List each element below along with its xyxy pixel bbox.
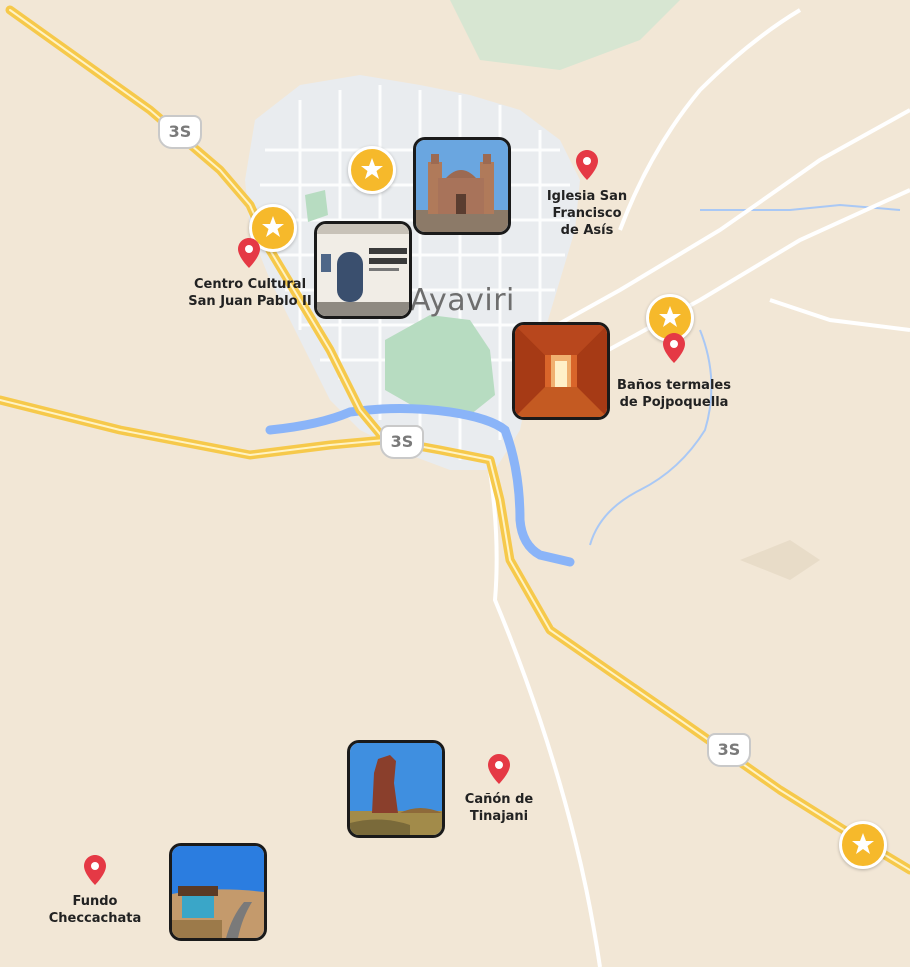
tunnel-photo-icon bbox=[515, 325, 607, 417]
church-photo-icon bbox=[416, 140, 508, 232]
city-label: Ayaviri bbox=[410, 283, 515, 318]
tunnel-photo[interactable] bbox=[512, 322, 610, 420]
star-icon bbox=[659, 306, 681, 327]
farm-photo-icon bbox=[172, 846, 264, 938]
park-area-north bbox=[450, 0, 680, 70]
place-label-iglesia[interactable]: Iglesia San Francisco de Asís bbox=[512, 188, 662, 239]
location-pin-icon[interactable] bbox=[488, 754, 510, 784]
star-marker[interactable] bbox=[839, 821, 887, 869]
place-label-line: Cañón de bbox=[464, 792, 534, 807]
place-label-line: Fundo bbox=[72, 894, 118, 909]
location-pin-icon[interactable] bbox=[663, 333, 685, 363]
rock-photo-icon bbox=[350, 743, 442, 835]
star-icon bbox=[361, 158, 383, 179]
star-icon bbox=[852, 833, 874, 854]
place-label-fundo[interactable]: Fundo Checcachata bbox=[40, 893, 150, 927]
place-label-line: Baños termales bbox=[617, 378, 731, 393]
terrain-patch bbox=[740, 540, 820, 580]
route-shield: 3S bbox=[707, 733, 751, 767]
star-marker[interactable] bbox=[348, 146, 396, 194]
location-pin-icon[interactable] bbox=[238, 238, 260, 268]
place-label-line: Checcachata bbox=[48, 911, 142, 926]
place-label-line: Iglesia San Francisco bbox=[546, 189, 628, 221]
route-shield: 3S bbox=[380, 425, 424, 459]
place-label-line: San Juan Pablo II bbox=[188, 294, 312, 309]
place-label-line: de Asís bbox=[560, 223, 614, 238]
building-photo[interactable] bbox=[314, 221, 412, 319]
location-pin-icon[interactable] bbox=[576, 150, 598, 180]
place-label-line: Centro Cultural bbox=[193, 277, 307, 292]
place-label-line: de Pojpoquella bbox=[619, 395, 729, 410]
place-label-centro[interactable]: Centro Cultural San Juan Pablo II bbox=[180, 276, 320, 310]
place-label-banos[interactable]: Baños termales de Pojpoquella bbox=[614, 377, 734, 411]
building-photo-icon bbox=[317, 224, 409, 316]
route-shield: 3S bbox=[158, 115, 202, 149]
place-label-canon[interactable]: Cañón de Tinajani bbox=[450, 791, 548, 825]
rock-photo[interactable] bbox=[347, 740, 445, 838]
star-icon bbox=[262, 216, 284, 237]
place-label-line: Tinajani bbox=[469, 809, 529, 824]
church-photo[interactable] bbox=[413, 137, 511, 235]
location-pin-icon[interactable] bbox=[84, 855, 106, 885]
farm-photo[interactable] bbox=[169, 843, 267, 941]
map-canvas[interactable]: Ayaviri 3S 3S 3S Iglesia San Francisco d… bbox=[0, 0, 910, 967]
